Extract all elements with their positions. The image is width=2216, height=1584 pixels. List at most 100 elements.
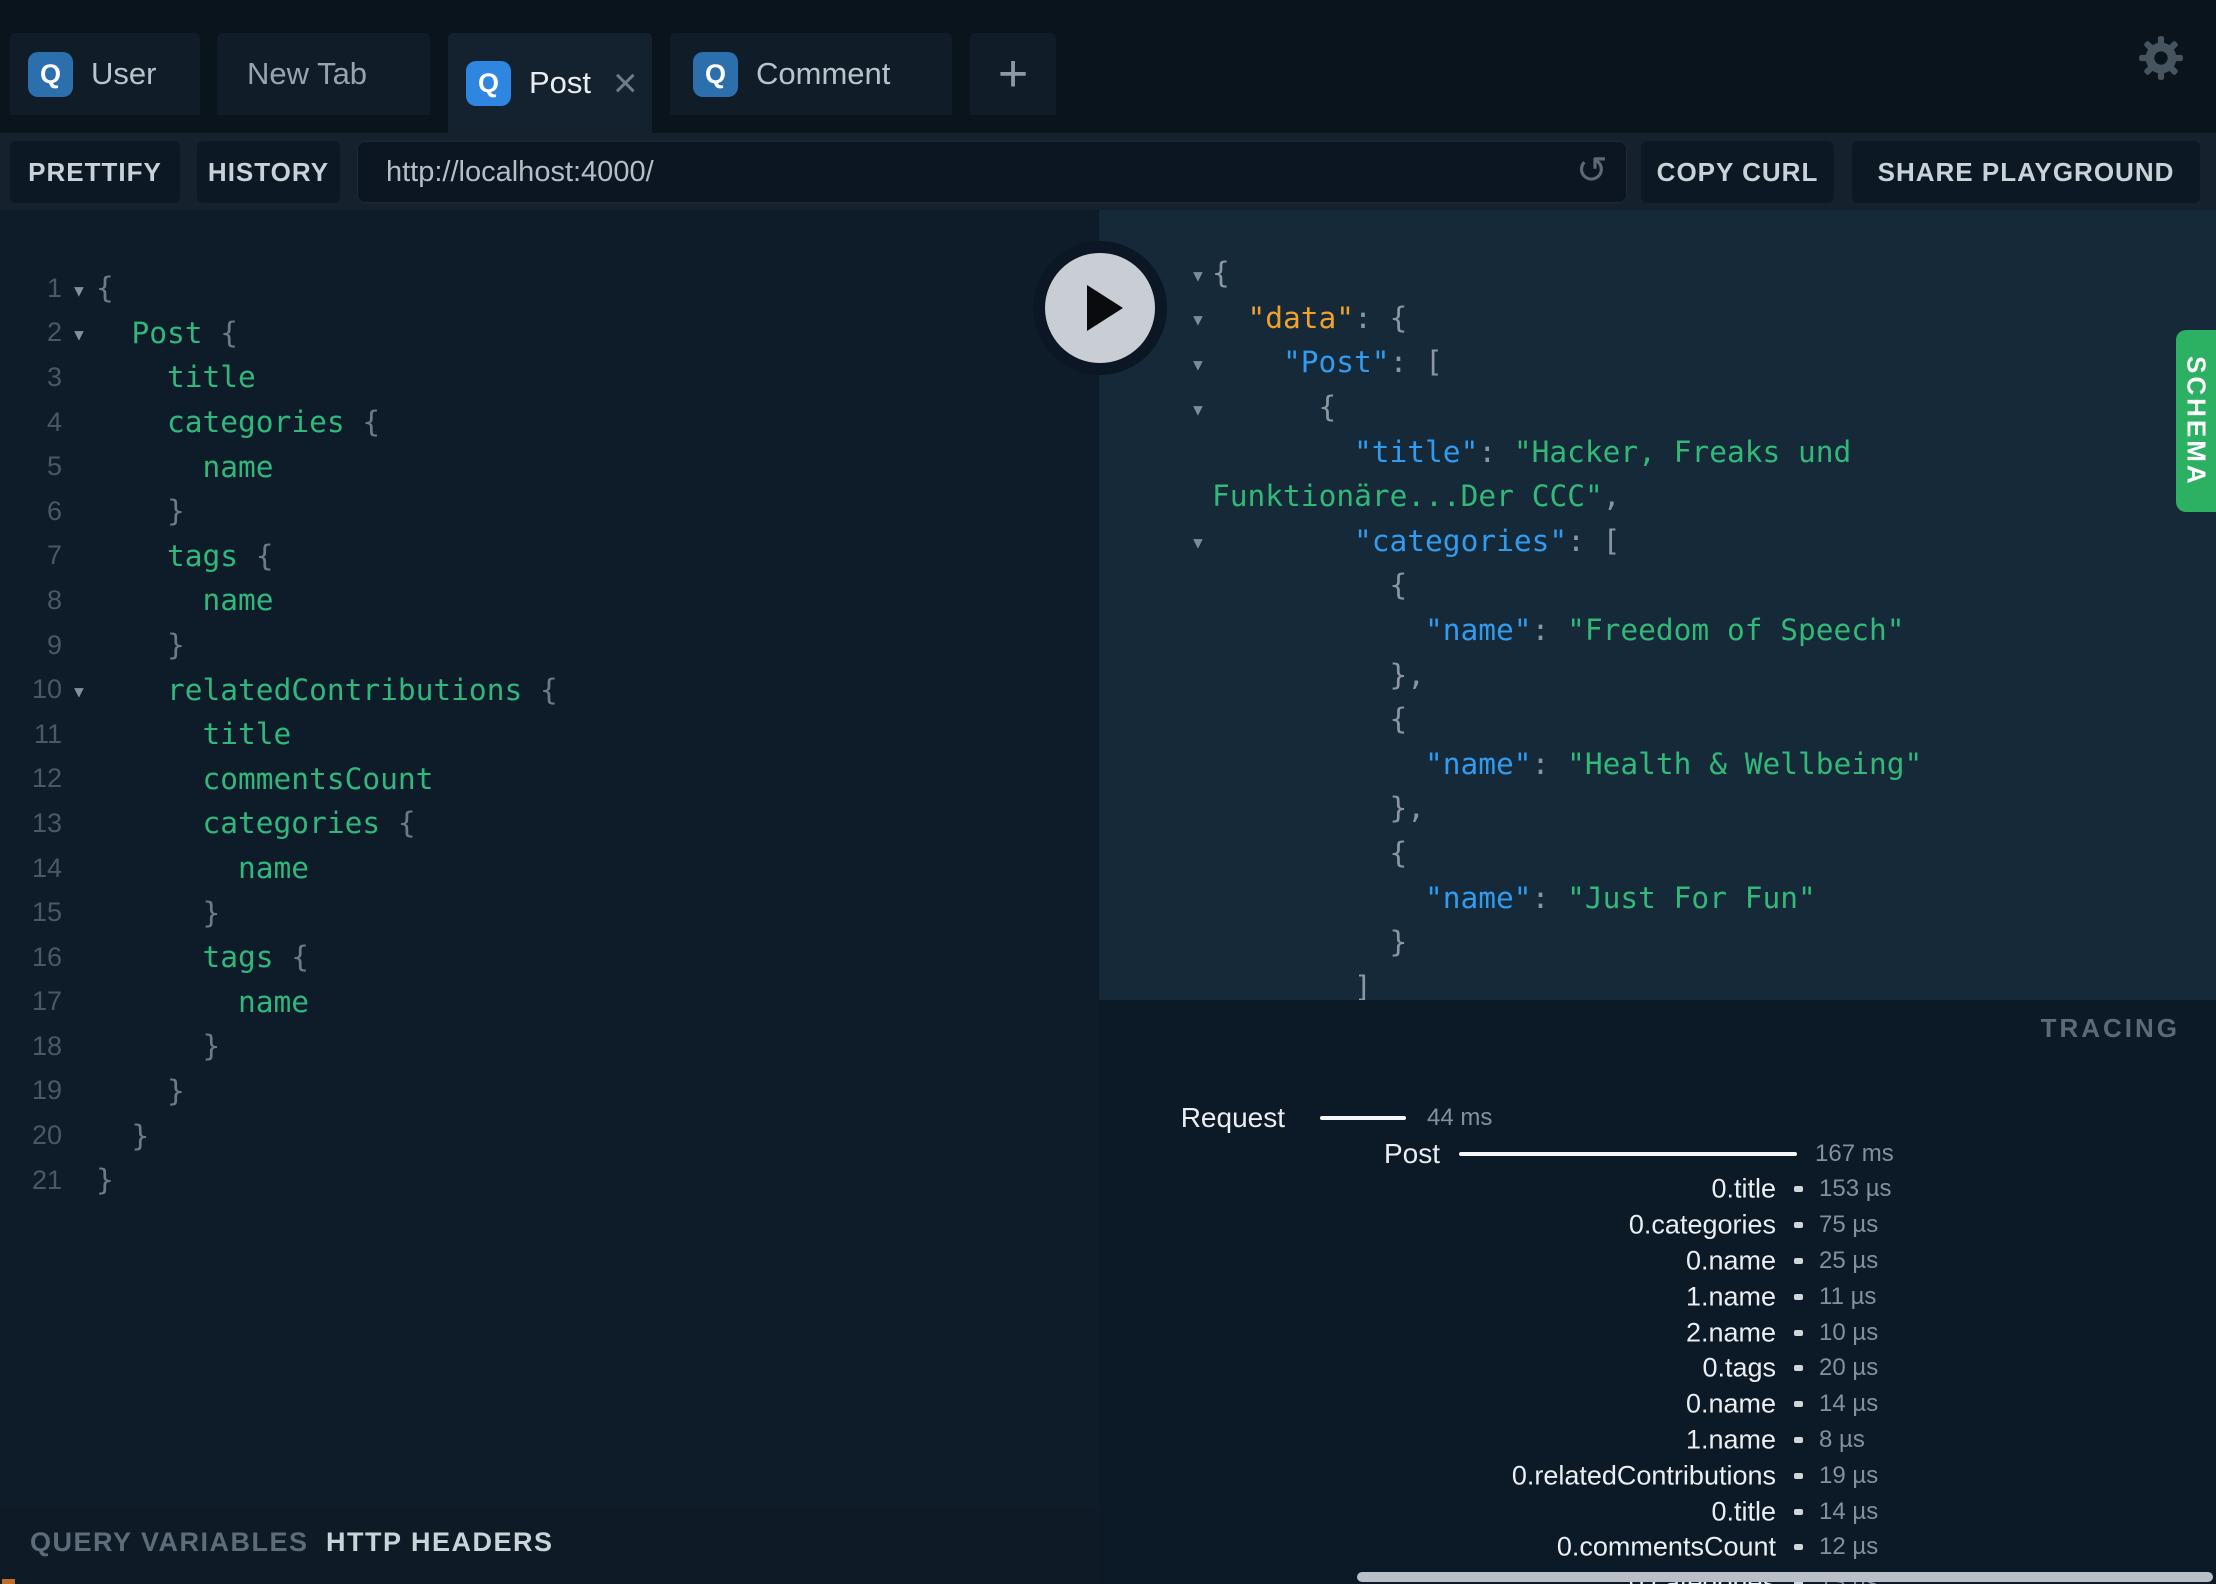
fold-arrow-icon[interactable]: ▼	[1185, 306, 1211, 329]
code-text: }	[131, 1118, 150, 1153]
editor-code-line[interactable]: 1 ▼{	[0, 266, 1099, 311]
tab-user[interactable]: Q User	[10, 33, 200, 115]
code-text: relatedContributions {	[167, 672, 558, 707]
fold-arrow-icon[interactable]: ▼	[1185, 262, 1211, 285]
toolbar: PRETTIFY HISTORY http://localhost:4000/ …	[0, 133, 2216, 210]
editor-code-line[interactable]: 5 name	[0, 444, 1099, 489]
editor-code-line[interactable]: 12 commentsCount	[0, 757, 1099, 802]
fold-arrow-icon[interactable]: ▼	[62, 678, 96, 701]
line-number: 2	[46, 317, 62, 348]
trace-label: 0.name	[1685, 1245, 1776, 1276]
trace-duration: 44 ms	[1427, 1103, 1493, 1131]
editor-code-line[interactable]: 13 categories {	[0, 801, 1099, 846]
trace-label: 0.title	[1711, 1173, 1776, 1204]
editor-code-line[interactable]: 10 ▼ relatedContributions {	[0, 667, 1099, 712]
close-tab-icon[interactable]: ×	[613, 62, 638, 104]
fold-arrow-icon[interactable]: ▼	[62, 277, 96, 300]
line-number: 9	[46, 629, 62, 660]
response-json-line: ]	[1099, 965, 2216, 1000]
json-text: "name": "Freedom of Speech"	[1425, 613, 1905, 648]
response-json-line: ▼{	[1099, 251, 2216, 296]
trace-row: 0.commentsCount 12 µs	[1099, 1530, 2216, 1566]
editor-code-line[interactable]: 9}	[0, 623, 1099, 668]
add-tab-button[interactable]: +	[970, 33, 1056, 115]
editor-code-line[interactable]: 7 tags {	[0, 534, 1099, 579]
fold-arrow-icon[interactable]: ▼	[1185, 529, 1211, 552]
trace-duration: 19 µs	[1819, 1461, 1879, 1489]
horizontal-scrollbar[interactable]	[1357, 1572, 2213, 1582]
code-text: {	[96, 271, 114, 306]
response-pane[interactable]: ▼{▼ "data": {▼ "Post": [▼{"title": "Hacker…	[1099, 210, 2216, 1000]
response-json-line: "title": "Hacker, Freaks und	[1099, 429, 2216, 474]
editor-code-line[interactable]: 3 title	[0, 355, 1099, 400]
schema-side-tab[interactable]: SCHEMA	[2176, 330, 2216, 512]
trace-timing-dash	[1794, 1544, 1803, 1551]
editor-code-line[interactable]: 2 ▼ Post {	[0, 311, 1099, 356]
editor-code-line[interactable]: 14 name	[0, 846, 1099, 891]
variable-editor-accent	[2, 1579, 15, 1584]
editor-code-line[interactable]: 19}	[0, 1069, 1099, 1114]
trace-label: 2.name	[1685, 1317, 1776, 1348]
trace-row: 1.name 11 µs	[1099, 1279, 2216, 1315]
line-number: 10	[31, 674, 62, 705]
bottom-bar: QUERY VARIABLES HTTP HEADERS	[0, 1508, 1099, 1584]
editor-code-line[interactable]: 20}	[0, 1113, 1099, 1158]
code-text: commentsCount	[202, 761, 434, 796]
trace-label: 0.name	[1685, 1388, 1776, 1419]
history-button[interactable]: HISTORY	[197, 141, 340, 203]
endpoint-url-input[interactable]: http://localhost:4000/ ↻	[357, 141, 1627, 203]
code-text: }	[167, 628, 185, 663]
editor-code-line[interactable]: 8 name	[0, 578, 1099, 623]
json-text: Funktionäre...Der CCC",	[1212, 479, 1621, 514]
trace-row: 1.name 8 µs	[1099, 1422, 2216, 1458]
fold-arrow-icon[interactable]: ▼	[1185, 396, 1211, 419]
copy-curl-button[interactable]: COPY CURL	[1641, 141, 1834, 203]
editor-code-line[interactable]: 17 name	[0, 980, 1099, 1025]
editor-code-line[interactable]: 15}	[0, 890, 1099, 935]
json-text: "categories": [	[1354, 523, 1621, 558]
trace-duration: 153 µs	[1819, 1175, 1892, 1203]
editor-code-line[interactable]: 16 tags {	[0, 935, 1099, 980]
tab-new-tab[interactable]: New Tab	[217, 33, 430, 115]
line-number: 15	[31, 897, 62, 928]
tab-comment[interactable]: Q Comment	[670, 33, 952, 115]
response-json-line: ▼ "categories": [	[1099, 519, 2216, 564]
query-variables-tab[interactable]: QUERY VARIABLES	[30, 1527, 309, 1558]
share-playground-button[interactable]: SHARE PLAYGROUND	[1852, 141, 2200, 203]
query-editor-pane[interactable]: 1 ▼{2 ▼ Post {3 title 4 categories {5 name 6} 7 ta…	[0, 210, 1099, 1508]
json-text: {	[1318, 390, 1337, 425]
trace-timing-bar	[1459, 1151, 1797, 1156]
line-number: 4	[46, 406, 62, 437]
editor-code-line[interactable]: 21}	[0, 1158, 1099, 1203]
editor-code-line[interactable]: 18}	[0, 1024, 1099, 1069]
editor-code-line[interactable]: 4 categories {	[0, 400, 1099, 445]
json-text: "title": "Hacker, Freaks und	[1354, 434, 1852, 469]
line-number: 12	[31, 763, 62, 794]
trace-timing-dash	[1794, 1508, 1803, 1515]
trace-timing-dash	[1794, 1258, 1803, 1265]
fold-arrow-icon[interactable]: ▼	[1185, 351, 1211, 374]
trace-label: 0.relatedContributions	[1511, 1460, 1776, 1491]
execute-query-button[interactable]	[1033, 241, 1167, 375]
fold-arrow-icon[interactable]: ▼	[62, 321, 96, 344]
code-text: tags {	[202, 940, 310, 975]
json-text: "name": "Health & Wellbeing"	[1425, 746, 1923, 781]
tab-post-active[interactable]: Q Post ×	[448, 33, 652, 133]
http-headers-tab[interactable]: HTTP HEADERS	[326, 1527, 554, 1558]
refresh-schema-icon[interactable]: ↻	[1576, 148, 1608, 192]
trace-row: 0.name 25 µs	[1099, 1243, 2216, 1279]
json-text: ]	[1354, 969, 1372, 1000]
trace-label: 0.commentsCount	[1556, 1531, 1776, 1562]
response-json-line: },	[1099, 786, 2216, 831]
tracing-rows: Request 44 ms Post 167 ms 0.title 153 µs 0.cat…	[1099, 1100, 2216, 1584]
editor-code-line[interactable]: 11 title	[0, 712, 1099, 757]
trace-timing-dash	[1794, 1437, 1803, 1444]
prettify-button[interactable]: PRETTIFY	[10, 141, 180, 203]
editor-code-line[interactable]: 6}	[0, 489, 1099, 534]
settings-gear-icon[interactable]	[2136, 33, 2186, 83]
